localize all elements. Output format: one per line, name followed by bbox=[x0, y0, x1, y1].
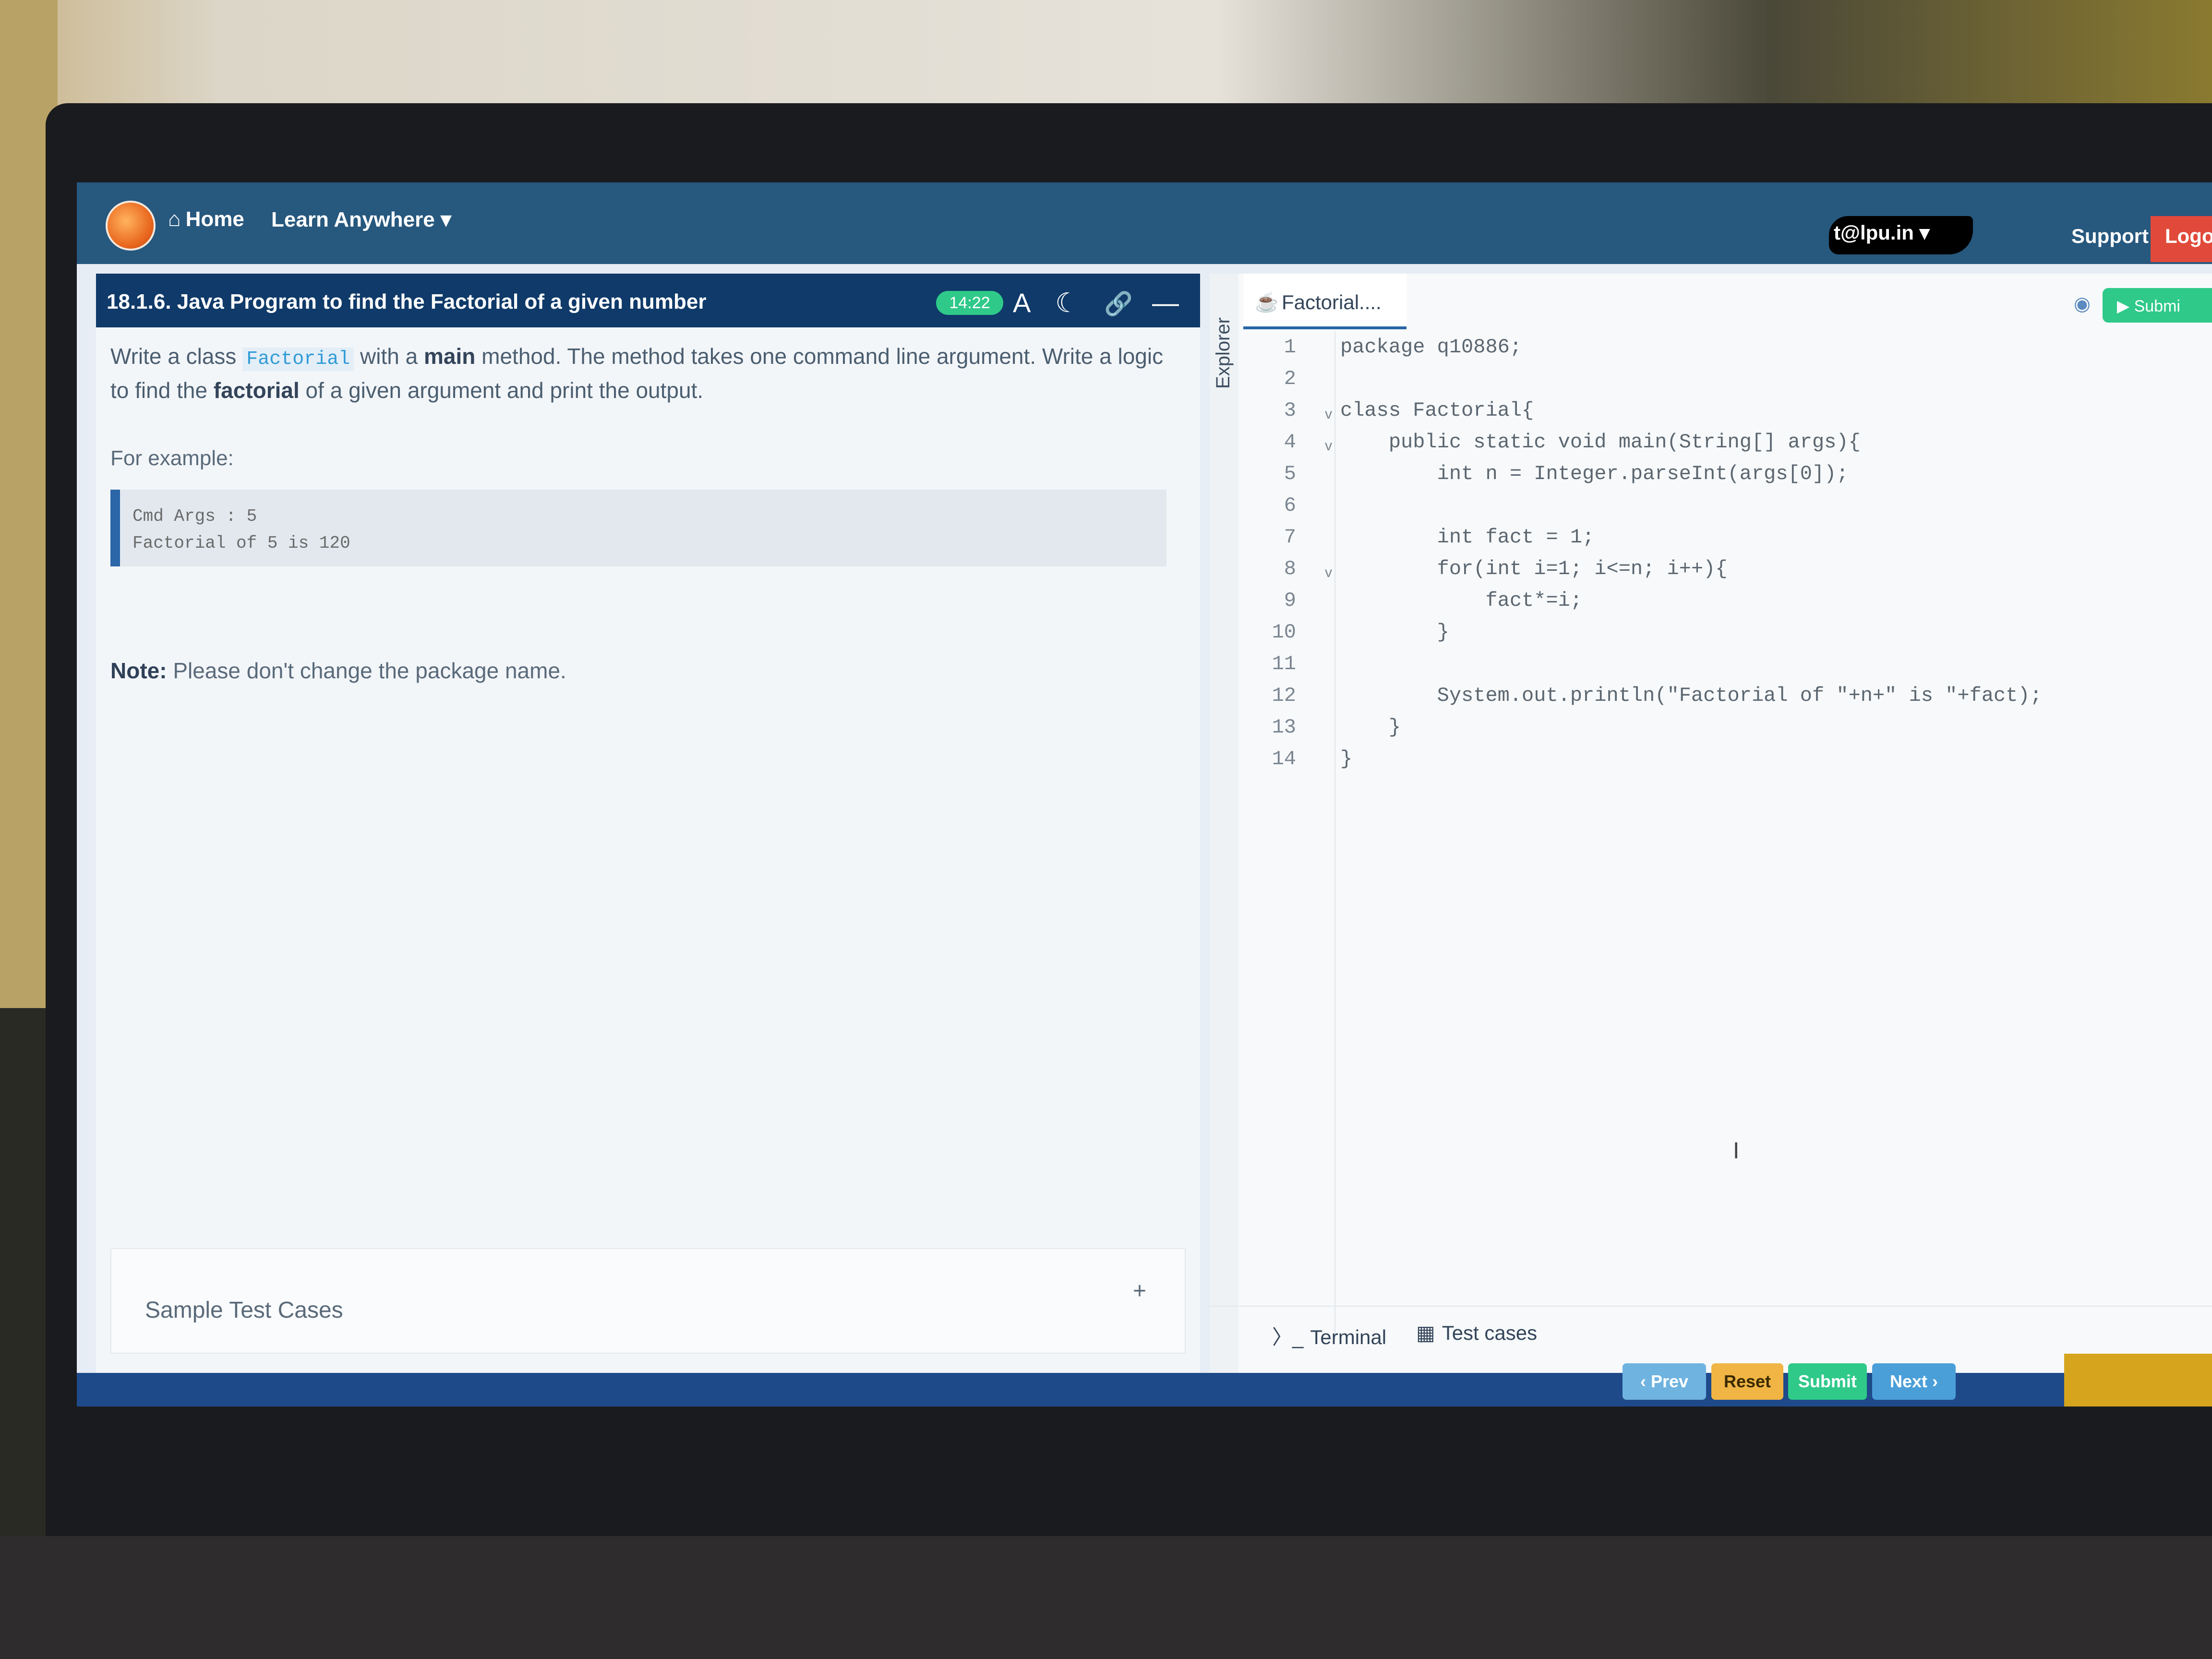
line-number: 12 bbox=[1272, 684, 1296, 707]
note-label: Note: bbox=[110, 658, 167, 683]
explorer-label: Explorer bbox=[1213, 317, 1234, 389]
bottom-tabs: 〉_ Terminal ▦ Test cases bbox=[1210, 1306, 2212, 1359]
note-text: Please don't change the package name. bbox=[167, 658, 566, 683]
prev-button[interactable]: ‹ Prev bbox=[1623, 1363, 1706, 1400]
table-icon: ▦ bbox=[1416, 1322, 1435, 1344]
code-line: System.out.println("Factorial of "+n+" i… bbox=[1340, 684, 2042, 707]
code-line: fact*=i; bbox=[1340, 589, 1583, 612]
question-text: Write a class bbox=[110, 344, 243, 369]
fold-chevron-icon[interactable]: v bbox=[1325, 430, 1332, 462]
example-line: Cmd Args : 5 bbox=[132, 506, 257, 526]
line-number: 1 bbox=[1284, 336, 1296, 359]
navbar: ⌂ Home Learn Anywhere ▾ t@lpu.in ▾ Suppo… bbox=[77, 182, 2212, 264]
run-icon[interactable]: ◉ bbox=[2074, 293, 2091, 315]
line-number: 6 bbox=[1284, 494, 1296, 517]
tab-test-cases[interactable]: ▦ Test cases bbox=[1416, 1321, 1537, 1345]
line-number: 10 bbox=[1272, 621, 1296, 644]
tab-label: Factorial.... bbox=[1282, 291, 1382, 313]
nav-home-link[interactable]: ⌂ Home bbox=[168, 207, 244, 231]
code-line: package q10886; bbox=[1340, 336, 1522, 359]
question-description: Write a class Factorial with a main meth… bbox=[110, 341, 1176, 406]
moon-icon[interactable]: ☾ bbox=[1055, 287, 1079, 319]
test-cases-label: Test cases bbox=[1442, 1322, 1538, 1344]
editor-panel: Explorer ☕ Factorial.... ◉ ▶ Submi 1 2 3… bbox=[1210, 274, 2212, 1378]
code-line: public static void main(String[] args){ bbox=[1340, 431, 1861, 454]
example-line: Factorial of 5 is 120 bbox=[132, 533, 350, 553]
screen: ⌂ Home Learn Anywhere ▾ t@lpu.in ▾ Suppo… bbox=[77, 182, 2212, 1407]
code-line: } bbox=[1340, 621, 1449, 644]
question-header: 18.1.6. Java Program to find the Factori… bbox=[96, 274, 1200, 327]
question-panel: 18.1.6. Java Program to find the Factori… bbox=[96, 274, 1200, 1373]
font-size-icon[interactable]: A bbox=[1013, 287, 1031, 318]
nav-home-label: Home bbox=[185, 207, 244, 231]
java-file-icon: ☕ bbox=[1255, 292, 1279, 313]
line-number: 8 bbox=[1284, 557, 1296, 580]
code-line: class Factorial{ bbox=[1340, 399, 1534, 422]
note: Note: Please don't change the package na… bbox=[110, 658, 566, 684]
code-line: for(int i=1; i<=n; i++){ bbox=[1340, 557, 1728, 580]
line-number: 2 bbox=[1284, 367, 1296, 390]
minimize-icon[interactable]: — bbox=[1152, 287, 1179, 318]
user-menu[interactable]: t@lpu.in ▾ bbox=[1834, 221, 1930, 244]
reset-button[interactable]: Reset bbox=[1711, 1363, 1783, 1400]
code-editor[interactable]: package q10886; class Factorial{ public … bbox=[1334, 331, 2209, 1339]
laptop-base bbox=[0, 1536, 2212, 1659]
fold-chevron-icon[interactable]: v bbox=[1325, 557, 1332, 589]
user-email: t@lpu.in bbox=[1834, 221, 1914, 244]
play-icon: ▶ bbox=[2117, 297, 2134, 315]
class-name-code: Factorial bbox=[242, 348, 354, 371]
link-icon[interactable]: 🔗 bbox=[1104, 290, 1133, 317]
for-example-label: For example: bbox=[110, 446, 234, 470]
sample-test-cases-accordion[interactable]: Sample Test Cases + bbox=[110, 1248, 1186, 1354]
example-block: Cmd Args : 5 Factorial of 5 is 120 bbox=[110, 490, 1166, 566]
line-number: 11 bbox=[1272, 652, 1296, 675]
home-icon: ⌂ bbox=[168, 207, 181, 231]
expand-plus-icon[interactable]: + bbox=[1133, 1278, 1146, 1304]
line-number: 4 bbox=[1284, 431, 1296, 454]
factorial-keyword: factorial bbox=[213, 378, 300, 403]
terminal-icon: 〉_ bbox=[1272, 1326, 1304, 1348]
line-number: 13 bbox=[1272, 716, 1296, 739]
text-cursor-icon: I bbox=[1733, 1138, 1740, 1164]
submit-top-label: Submi bbox=[2134, 297, 2180, 315]
caret-down-icon: ▾ bbox=[1919, 221, 1930, 244]
question-title: 18.1.6. Java Program to find the Factori… bbox=[107, 290, 707, 313]
sample-test-cases-label: Sample Test Cases bbox=[145, 1298, 343, 1323]
nav-learn-label: Learn Anywhere bbox=[271, 208, 435, 231]
lpu-logo[interactable] bbox=[106, 201, 156, 251]
nav-support-link[interactable]: Support bbox=[2071, 225, 2149, 248]
code-line: } bbox=[1340, 716, 1401, 739]
line-number: 9 bbox=[1284, 589, 1296, 612]
line-number: 14 bbox=[1272, 747, 1296, 770]
line-gutter: 1 2 3 4 5 6 7 8 9 10 11 12 13 14 v v v bbox=[1238, 331, 1334, 1339]
next-button[interactable]: Next › bbox=[1872, 1363, 1956, 1400]
submit-button[interactable]: Submit bbox=[1788, 1363, 1867, 1400]
line-number: 7 bbox=[1284, 526, 1296, 549]
code-line: int n = Integer.parseInt(args[0]); bbox=[1340, 462, 1849, 485]
submit-top-button[interactable]: ▶ Submi bbox=[2103, 288, 2212, 323]
main-keyword: main bbox=[424, 344, 476, 369]
explorer-sidebar[interactable]: Explorer bbox=[1210, 274, 1238, 1378]
timer-badge: 14:22 bbox=[936, 291, 1003, 315]
tab-factorial-file[interactable]: ☕ Factorial.... bbox=[1243, 274, 1407, 329]
fold-chevron-icon[interactable]: v bbox=[1325, 398, 1332, 430]
system-tray bbox=[2064, 1354, 2212, 1407]
tab-terminal[interactable]: 〉_ Terminal bbox=[1272, 1321, 1386, 1350]
terminal-label: Terminal bbox=[1310, 1326, 1387, 1348]
question-text: with a bbox=[354, 344, 424, 369]
question-text: of a given argument and print the output… bbox=[299, 378, 704, 403]
code-line: int fact = 1; bbox=[1340, 526, 1595, 549]
line-number: 5 bbox=[1284, 462, 1296, 485]
line-number: 3 bbox=[1284, 399, 1296, 422]
code-line: } bbox=[1340, 747, 1353, 770]
nav-learn-anywhere-dropdown[interactable]: Learn Anywhere ▾ bbox=[271, 207, 451, 232]
logout-button[interactable]: Logo bbox=[2151, 216, 2212, 262]
caret-down-icon: ▾ bbox=[440, 208, 452, 231]
